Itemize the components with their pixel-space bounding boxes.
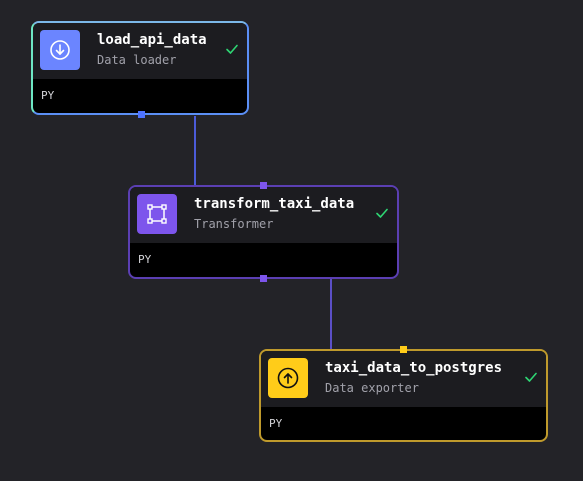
output-port[interactable] — [260, 275, 267, 282]
block-transform-taxi-data[interactable]: transform_taxi_data Transformer PY — [128, 182, 399, 282]
block-type-label: Data exporter — [325, 381, 419, 395]
block-name: taxi_data_to_postgres — [325, 360, 503, 376]
transformer-icon — [137, 194, 177, 234]
output-port[interactable] — [138, 111, 145, 118]
input-port[interactable] — [400, 346, 407, 353]
data-loader-icon — [40, 30, 80, 70]
input-port[interactable] — [260, 182, 267, 189]
success-check-icon — [525, 372, 537, 382]
block-language: PY — [269, 417, 283, 430]
block-language: PY — [138, 253, 152, 266]
pipeline-canvas[interactable]: load_api_data Data loader PY transform_t… — [0, 0, 583, 481]
block-load-api-data[interactable]: load_api_data Data loader PY — [31, 21, 249, 118]
block-header: transform_taxi_data Transformer — [130, 187, 397, 243]
block-taxi-data-to-postgres[interactable]: taxi_data_to_postgres Data exporter PY — [259, 346, 548, 442]
block-name: load_api_data — [97, 32, 207, 48]
block-type-label: Transformer — [194, 217, 274, 231]
block-language: PY — [41, 89, 55, 102]
block-header: load_api_data Data loader — [33, 23, 247, 79]
data-exporter-icon — [268, 358, 308, 398]
success-check-icon — [226, 44, 238, 54]
success-check-icon — [376, 208, 388, 218]
block-type-label: Data loader — [97, 53, 177, 67]
block-name: transform_taxi_data — [194, 196, 355, 212]
block-header: taxi_data_to_postgres Data exporter — [261, 351, 546, 407]
